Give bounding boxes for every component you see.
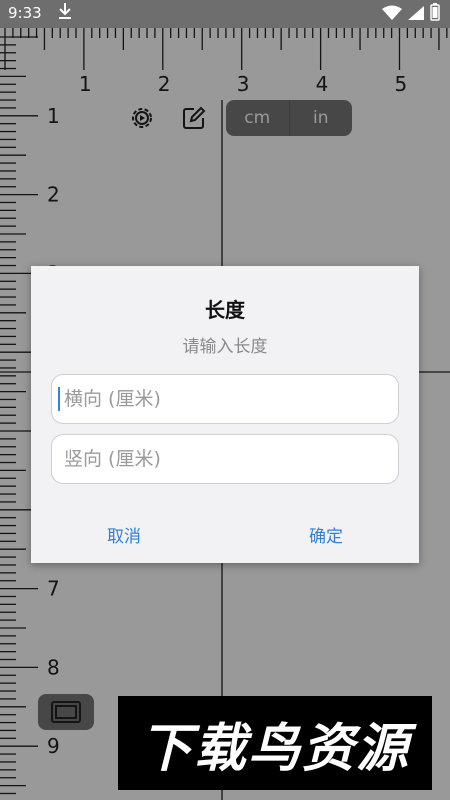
dialog-subtitle: 请输入长度 — [182, 337, 268, 357]
horizontal-length-input[interactable] — [62, 375, 386, 423]
vertical-field — [51, 434, 399, 484]
watermark-logo: 下载鸟资源 — [118, 696, 432, 790]
confirm-button[interactable]: 确定 — [309, 522, 343, 547]
length-dialog: 长度 请输入长度 取消 确定 — [31, 266, 419, 563]
battery-icon — [430, 3, 440, 21]
wifi-icon — [382, 5, 403, 20]
watermark-text: 下载鸟资源 — [139, 718, 410, 779]
dialog-title: 长度 — [205, 298, 245, 322]
horizontal-field — [51, 374, 399, 424]
download-icon — [58, 2, 72, 24]
signal-icon — [408, 6, 425, 20]
cancel-button[interactable]: 取消 — [107, 522, 141, 547]
status-time: 9:33 — [8, 4, 42, 22]
status-bar: 9:33 — [0, 0, 450, 28]
text-cursor — [58, 387, 60, 411]
ruler-app: 9:33 12345 123456789 cm in 长度 请输入长度 — [0, 0, 450, 800]
status-icons — [382, 3, 440, 25]
vertical-length-input[interactable] — [62, 435, 386, 483]
